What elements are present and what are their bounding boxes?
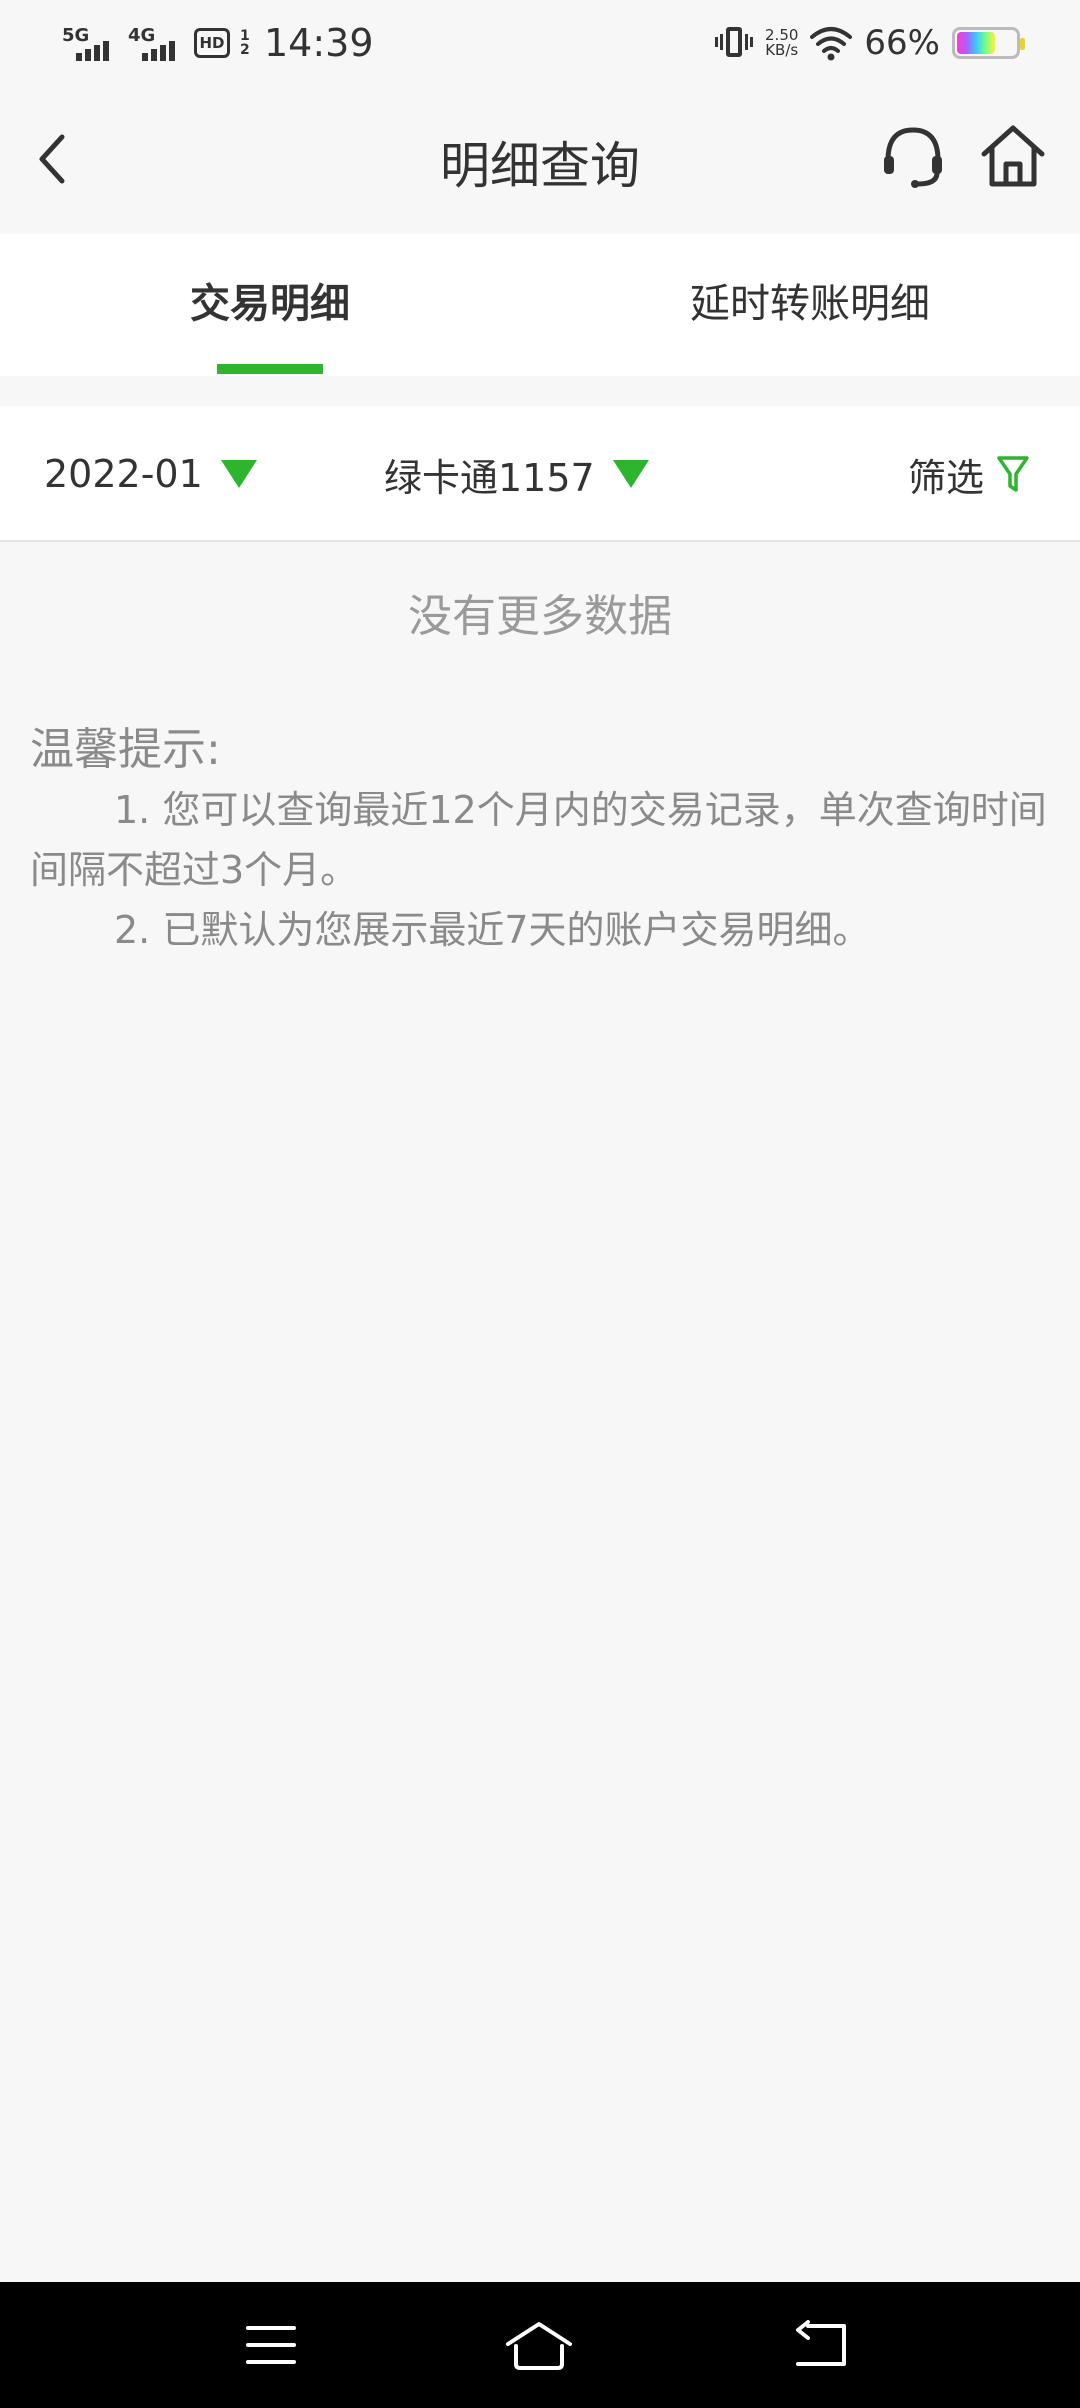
- dropdown-arrow-icon: [612, 460, 649, 488]
- empty-state-text: 没有更多数据: [408, 591, 672, 642]
- battery-icon: [952, 27, 1025, 59]
- menu-icon: [246, 2326, 296, 2364]
- nav-home-button[interactable]: [504, 2312, 574, 2378]
- filter-funnel-icon: [997, 456, 1029, 492]
- signal-4g-icon: 4G: [128, 23, 184, 63]
- active-tab-indicator: [217, 364, 323, 374]
- tip-item: 2. 已默认为您展示最近7天的账户交易明细。: [114, 908, 871, 952]
- date-selector[interactable]: 2022-01: [44, 406, 257, 542]
- signal-5g-icon: 5G: [62, 23, 118, 63]
- home-nav-icon: [506, 2322, 572, 2370]
- battery-percentage: 66%: [864, 23, 940, 63]
- battery-fill: [957, 32, 996, 54]
- system-nav-bar: [0, 2282, 1080, 2408]
- tab-label: 交易明细: [190, 281, 350, 327]
- hd-badge: HD: [194, 28, 230, 58]
- tab-bar: 交易明细 延时转账明细: [0, 234, 1080, 376]
- tips-section: 温馨提示: 1. 您可以查询最近12个月内的交易记录，单次查询时间间隔不超过3个…: [30, 720, 1050, 960]
- status-bar: 5G 4G HD 1 2 14:39 2.50 KB/s 66%: [0, 0, 1080, 86]
- network-speed: 2.50 KB/s: [765, 28, 798, 58]
- customer-service-button[interactable]: [878, 122, 948, 192]
- speed-unit: KB/s: [765, 41, 799, 59]
- status-left: 5G 4G HD 1 2 14:39: [62, 18, 374, 68]
- tips-title: 温馨提示:: [30, 724, 221, 775]
- back-nav-icon: [796, 2320, 846, 2366]
- filter-label: 筛选: [907, 455, 984, 500]
- tab-label: 延时转账明细: [690, 281, 930, 327]
- card-value: 绿卡通1157: [384, 455, 595, 500]
- hd-sub: 1 2: [240, 28, 250, 58]
- filter-button[interactable]: 筛选: [908, 406, 1030, 542]
- tip-item: 1. 您可以查询最近12个月内的交易记录，单次查询时间间隔不超过3个月。: [30, 788, 1047, 892]
- vibrate-icon: [715, 25, 754, 61]
- headset-icon: [884, 127, 942, 188]
- card-selector[interactable]: 绿卡通1157: [384, 406, 649, 542]
- nav-menu-button[interactable]: [236, 2312, 306, 2378]
- status-right: 2.50 KB/s 66%: [715, 18, 1025, 68]
- tab-delayed-transfer-details[interactable]: 延时转账明细: [540, 234, 1080, 376]
- home-icon: [981, 125, 1045, 187]
- dropdown-arrow-icon: [220, 460, 257, 488]
- tab-transaction-details[interactable]: 交易明细: [0, 234, 540, 376]
- clock: 14:39: [264, 21, 374, 65]
- filter-row: 2022-01 绿卡通1157 筛选: [0, 406, 1080, 542]
- wifi-icon: [810, 27, 853, 61]
- date-value: 2022-01: [44, 452, 203, 496]
- title-bar: 明细查询: [0, 86, 1080, 234]
- nav-back-button[interactable]: [788, 2312, 858, 2378]
- home-button[interactable]: [978, 120, 1048, 192]
